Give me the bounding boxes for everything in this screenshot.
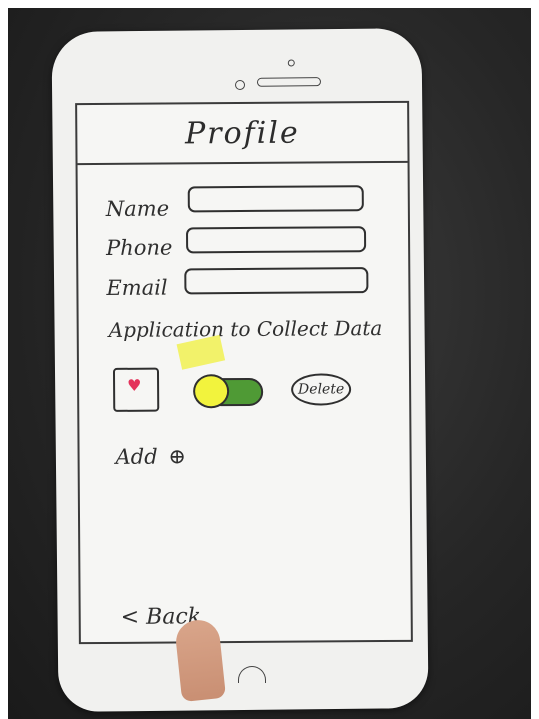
email-field[interactable] [184, 267, 369, 295]
app-icon[interactable]: ♥ [112, 367, 160, 412]
page-title: Profile [184, 115, 300, 152]
header-bar: Profile [77, 102, 408, 166]
name-label: Name [105, 196, 170, 221]
phone-label: Phone [106, 235, 173, 260]
toggle-knob [193, 374, 230, 409]
add-button[interactable]: Add ⊕ [116, 444, 187, 468]
sensor-dot [287, 59, 295, 67]
speaker-slot [256, 77, 322, 87]
plus-circle-icon: ⊕ [168, 444, 187, 469]
delete-button[interactable]: Delete [291, 373, 352, 406]
name-field[interactable] [187, 185, 364, 213]
add-label: Add [115, 444, 158, 469]
camera-dot [234, 79, 246, 91]
heart-icon: ♥ [127, 375, 142, 395]
phone-field[interactable] [185, 226, 367, 254]
collect-data-toggle[interactable] [193, 374, 264, 409]
apps-section-title: Application to Collect Data [108, 316, 383, 342]
email-label: Email [106, 275, 168, 300]
phone-screen: Profile Name Phone Email Application to … [75, 100, 413, 645]
phone-top-bezel [51, 28, 422, 112]
